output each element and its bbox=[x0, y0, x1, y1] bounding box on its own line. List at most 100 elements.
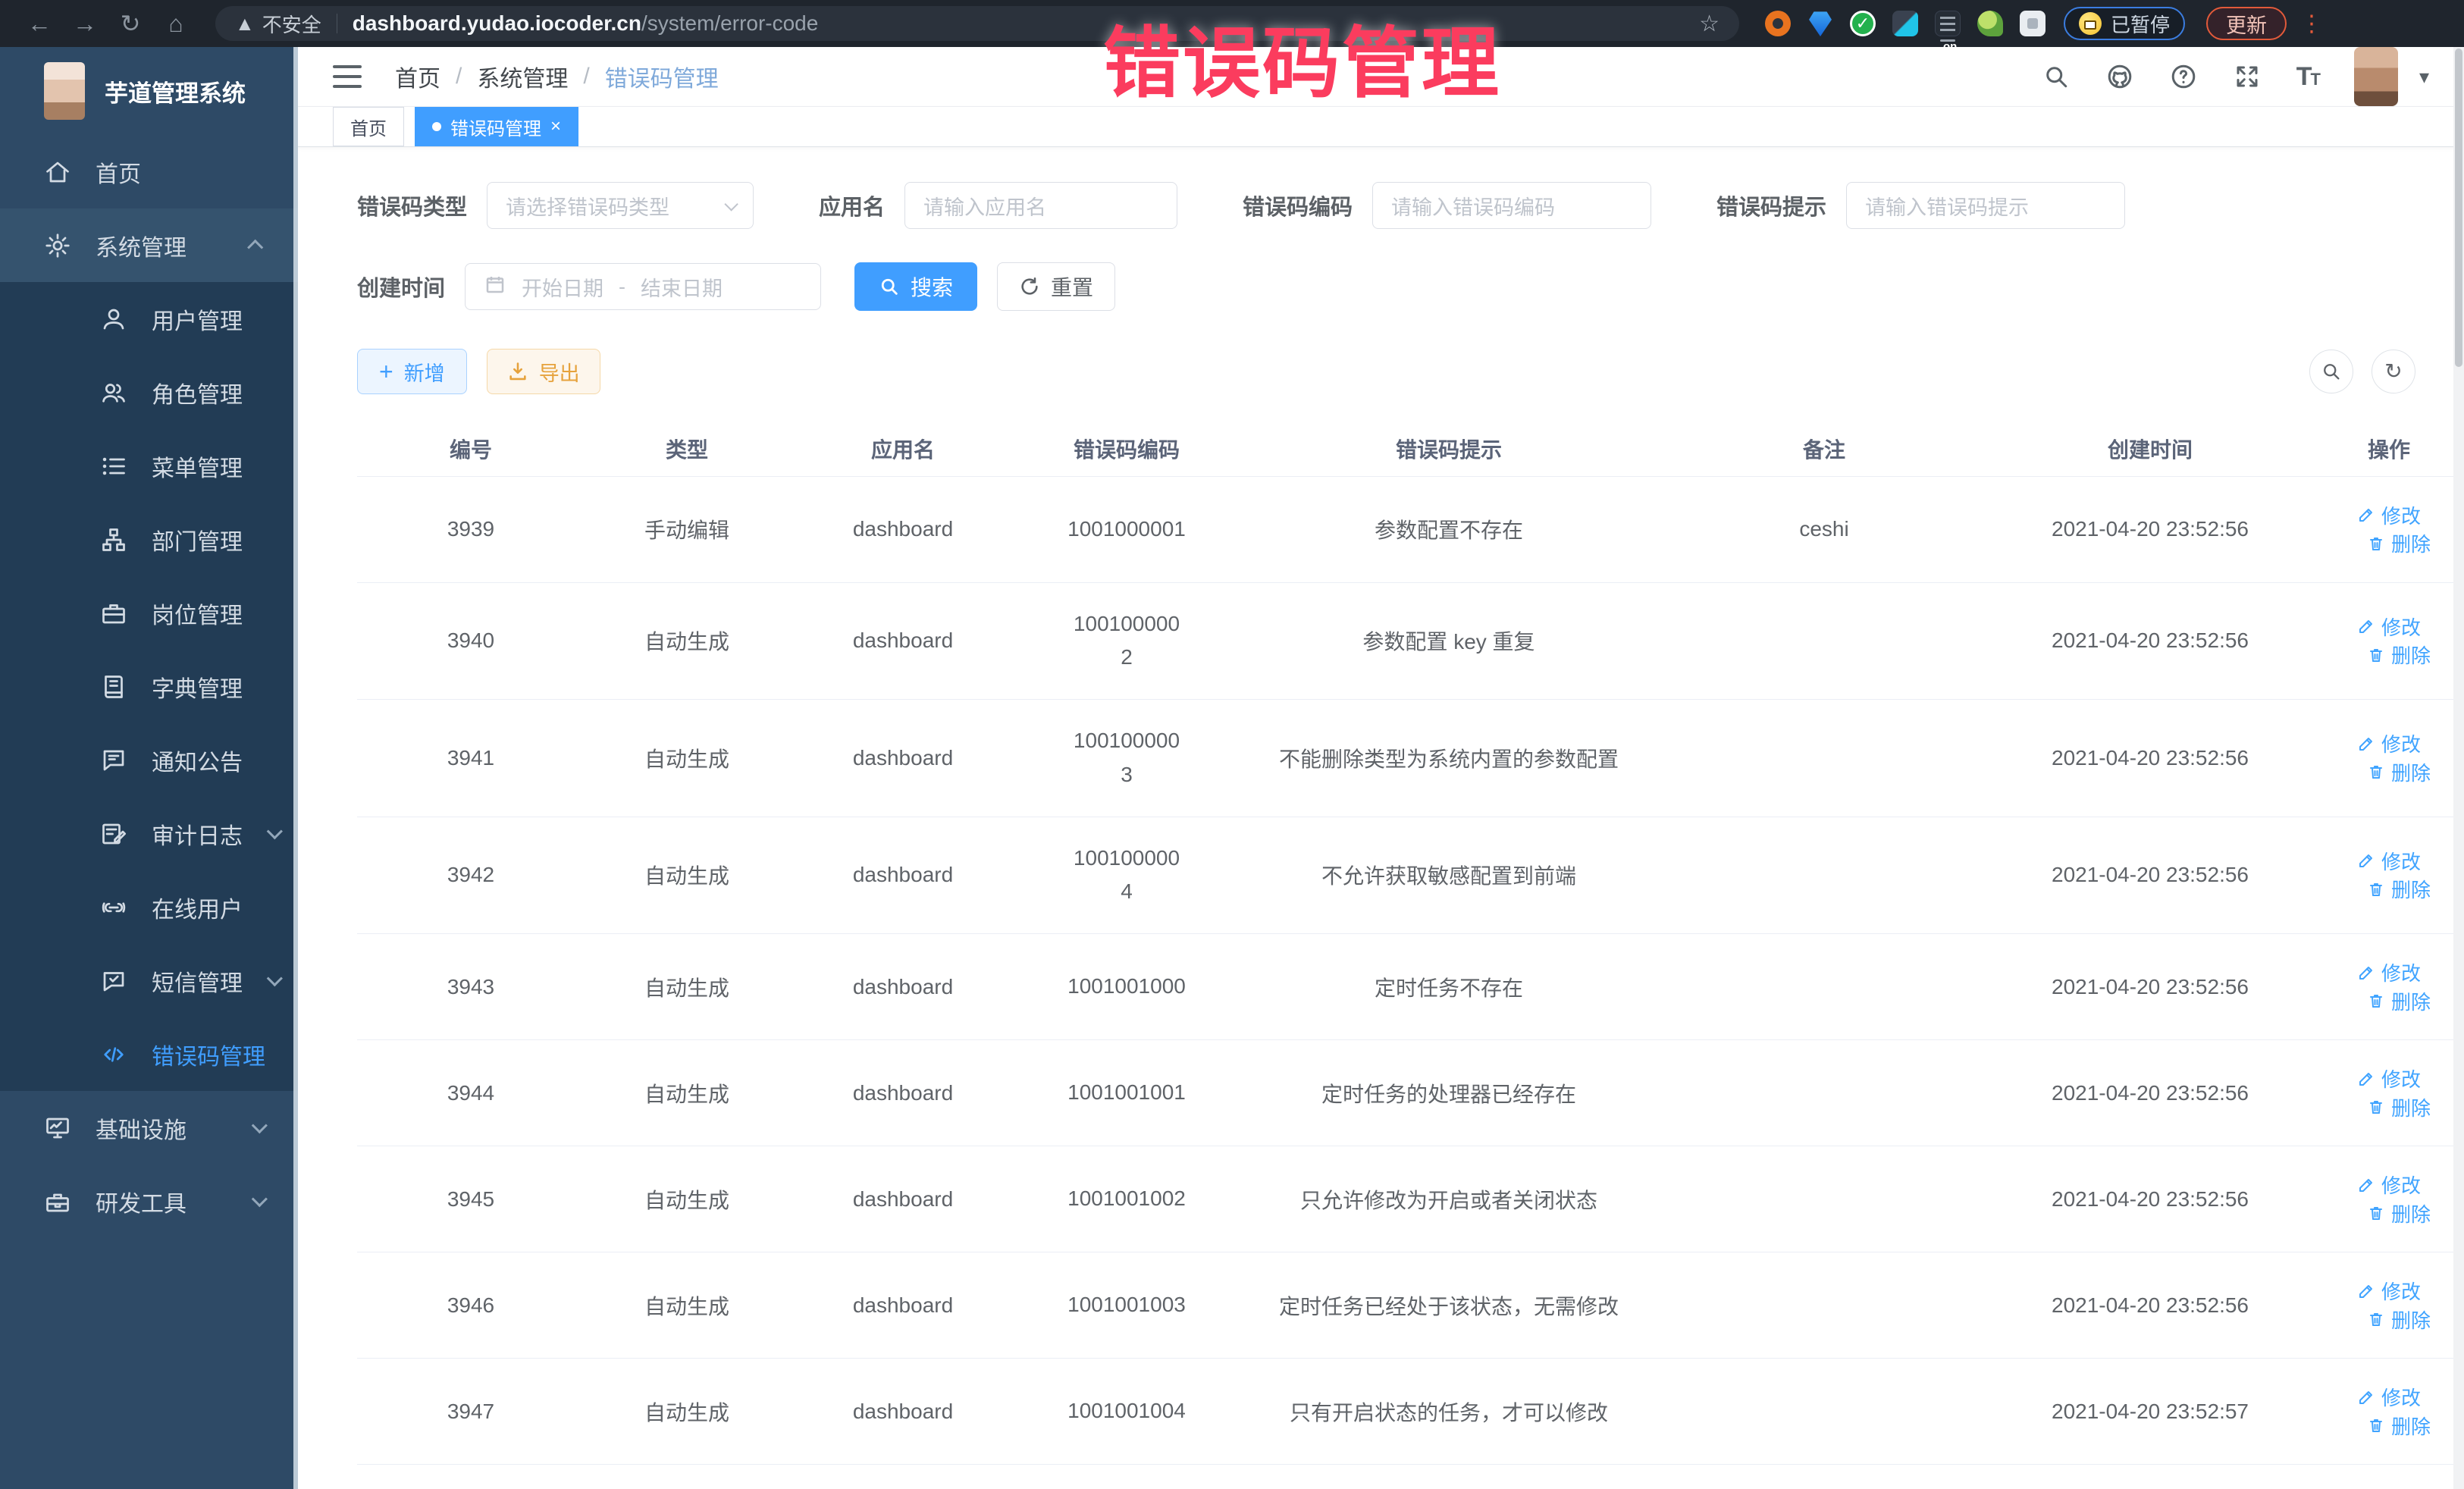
sidebar-item[interactable]: 研发工具 bbox=[0, 1165, 298, 1238]
sidebar-item[interactable]: 用户管理 bbox=[0, 282, 298, 356]
sidebar-item[interactable]: 系统管理 bbox=[0, 208, 298, 282]
extension-list-icon[interactable]: on bbox=[1935, 11, 1961, 36]
paused-extension-pill[interactable]: 已暂停 bbox=[2064, 7, 2185, 40]
scrollbar-thumb[interactable] bbox=[2455, 49, 2462, 367]
user-avatar[interactable] bbox=[2354, 47, 2398, 106]
cell-actions: 修改 删除 bbox=[2313, 1040, 2464, 1146]
browser-update-button[interactable]: 更新 bbox=[2206, 7, 2287, 40]
edit-link[interactable]: 修改 bbox=[2357, 1277, 2421, 1305]
sidebar-item[interactable]: 通知公告 bbox=[0, 723, 298, 797]
add-button[interactable]: + 新增 bbox=[357, 349, 467, 394]
cell-id: 3944 bbox=[357, 1040, 585, 1146]
cell-id: 3942 bbox=[357, 817, 585, 934]
menu-list-icon bbox=[100, 453, 127, 480]
delete-link[interactable]: 删除 bbox=[2367, 758, 2431, 786]
bookmark-star-icon[interactable]: ☆ bbox=[1699, 11, 1719, 37]
error-hint-input[interactable]: 请输入错误码提示 bbox=[1846, 182, 2125, 229]
cell-id: 3940 bbox=[357, 582, 585, 700]
sidebar-scrollbar[interactable] bbox=[293, 47, 298, 1489]
cell-time: 2021-04-20 23:52:57 bbox=[1987, 1465, 2313, 1489]
tab-error-code[interactable]: 错误码管理 × bbox=[415, 107, 578, 146]
extensions-puzzle-icon[interactable] bbox=[2020, 11, 2045, 36]
avatar-dropdown-caret-icon[interactable]: ▾ bbox=[2419, 65, 2429, 89]
delete-link[interactable]: 删除 bbox=[2367, 1199, 2431, 1227]
window-scrollbar[interactable] bbox=[2453, 47, 2464, 1489]
fullscreen-icon[interactable] bbox=[2233, 62, 2262, 91]
edit-link[interactable]: 修改 bbox=[2357, 847, 2421, 875]
tab-close-icon[interactable]: × bbox=[550, 118, 561, 136]
delete-link[interactable]: 删除 bbox=[2367, 1412, 2431, 1440]
cell-time: 2021-04-20 23:52:56 bbox=[1987, 1146, 2313, 1252]
reset-button[interactable]: 重置 bbox=[997, 262, 1115, 311]
browser-menu-kebab-icon[interactable]: ⋮ bbox=[2300, 11, 2323, 37]
sidebar-item[interactable]: 在线用户 bbox=[0, 870, 298, 944]
extension-orange-icon[interactable] bbox=[1765, 11, 1791, 36]
breadcrumb-home[interactable]: 首页 bbox=[395, 60, 440, 93]
cell-code: 1001001004 bbox=[1017, 1359, 1237, 1465]
edit-link[interactable]: 修改 bbox=[2357, 958, 2421, 986]
cell-code: 1001001001 bbox=[1017, 1040, 1237, 1146]
delete-link[interactable]: 删除 bbox=[2367, 875, 2431, 903]
sidebar-item[interactable]: 角色管理 bbox=[0, 356, 298, 429]
logo-row[interactable]: 芋道管理系统 bbox=[0, 47, 298, 135]
extension-grid-icon[interactable] bbox=[1892, 11, 1918, 36]
delete-link[interactable]: 删除 bbox=[2367, 641, 2431, 669]
delete-link[interactable]: 删除 bbox=[2367, 987, 2431, 1015]
font-size-icon[interactable]: TT bbox=[2296, 62, 2319, 92]
edit-link[interactable]: 修改 bbox=[2357, 501, 2421, 529]
breadcrumb-current: 错误码管理 bbox=[605, 60, 719, 93]
cell-hint: 不能删除类型为系统内置的参数配置 bbox=[1237, 700, 1661, 817]
cell-actions: 修改 删除 bbox=[2313, 1146, 2464, 1252]
sidebar-item[interactable]: 审计日志 bbox=[0, 797, 298, 870]
app-name-input[interactable]: 请输入应用名 bbox=[904, 182, 1177, 229]
table-refresh-icon[interactable]: ↻ bbox=[2372, 350, 2415, 393]
error-code-input[interactable]: 请输入错误码编码 bbox=[1372, 182, 1651, 229]
export-button[interactable]: 导出 bbox=[487, 349, 600, 394]
table-row: 3940 自动生成 dashboard 100100000 2 参数配置 key… bbox=[357, 582, 2464, 700]
delete-link[interactable]: 删除 bbox=[2367, 529, 2431, 557]
extension-green-check-icon[interactable]: ✓ bbox=[1850, 11, 1876, 36]
address-bar[interactable]: ▲ 不安全 dashboard.yudao.iocoder.cn /system… bbox=[215, 6, 1739, 41]
sidebar-item[interactable]: 基础设施 bbox=[0, 1091, 298, 1165]
table-row: 3944 自动生成 dashboard 1001001001 定时任务的处理器已… bbox=[357, 1040, 2464, 1146]
search-button[interactable]: 搜索 bbox=[854, 262, 977, 311]
sidebar-menu: 首页 系统管理 用户管理 角色管理 菜单管理 bbox=[0, 135, 298, 1238]
sidebar-item[interactable]: 字典管理 bbox=[0, 650, 298, 723]
search-icon[interactable] bbox=[2042, 62, 2071, 91]
edit-link[interactable]: 修改 bbox=[2357, 613, 2421, 641]
select-caret-icon bbox=[724, 197, 738, 211]
sidebar-item-label: 系统管理 bbox=[96, 229, 187, 262]
edit-link[interactable]: 修改 bbox=[2357, 1064, 2421, 1092]
cell-actions: 修改 删除 bbox=[2313, 476, 2464, 582]
github-icon[interactable] bbox=[2105, 62, 2134, 91]
sidebar-item[interactable]: 错误码管理 bbox=[0, 1017, 298, 1091]
edit-link[interactable]: 修改 bbox=[2357, 1383, 2421, 1411]
sidebar-item[interactable]: 岗位管理 bbox=[0, 576, 298, 650]
cell-id: 3939 bbox=[357, 476, 585, 582]
cell-remark bbox=[1661, 1252, 1987, 1359]
cell-time: 2021-04-20 23:52:56 bbox=[1987, 1252, 2313, 1359]
hamburger-icon[interactable] bbox=[333, 65, 362, 88]
error-type-select[interactable]: 请选择错误码类型 bbox=[487, 182, 754, 229]
extension-blue-drop-icon[interactable] bbox=[1807, 11, 1833, 36]
tab-home[interactable]: 首页 bbox=[333, 107, 404, 146]
date-range-picker[interactable]: 开始日期 - 结束日期 bbox=[465, 263, 821, 310]
sidebar-item[interactable]: 部门管理 bbox=[0, 503, 298, 576]
edit-link[interactable]: 修改 bbox=[2357, 729, 2421, 757]
home-nav-icon[interactable]: ⌂ bbox=[156, 10, 196, 38]
breadcrumb-system[interactable]: 系统管理 bbox=[477, 60, 568, 93]
sidebar-item[interactable]: 首页 bbox=[0, 135, 298, 208]
extension-key-icon[interactable] bbox=[1977, 11, 2003, 36]
filter-row-2: 创建时间 开始日期 - 结束日期 搜索 重置 bbox=[357, 262, 2415, 311]
delete-link[interactable]: 删除 bbox=[2367, 1306, 2431, 1334]
table-search-toggle-icon[interactable] bbox=[2309, 350, 2353, 393]
back-icon[interactable]: ← bbox=[20, 10, 59, 38]
help-icon[interactable] bbox=[2169, 62, 2198, 91]
reload-icon[interactable]: ↻ bbox=[111, 9, 150, 38]
sidebar-item[interactable]: 菜单管理 bbox=[0, 429, 298, 503]
delete-link[interactable]: 删除 bbox=[2367, 1093, 2431, 1121]
edit-link[interactable]: 修改 bbox=[2357, 1171, 2421, 1199]
sidebar-item[interactable]: 短信管理 bbox=[0, 944, 298, 1017]
forward-icon[interactable]: → bbox=[65, 10, 105, 38]
filter-time-group: 创建时间 开始日期 - 结束日期 bbox=[357, 263, 821, 310]
